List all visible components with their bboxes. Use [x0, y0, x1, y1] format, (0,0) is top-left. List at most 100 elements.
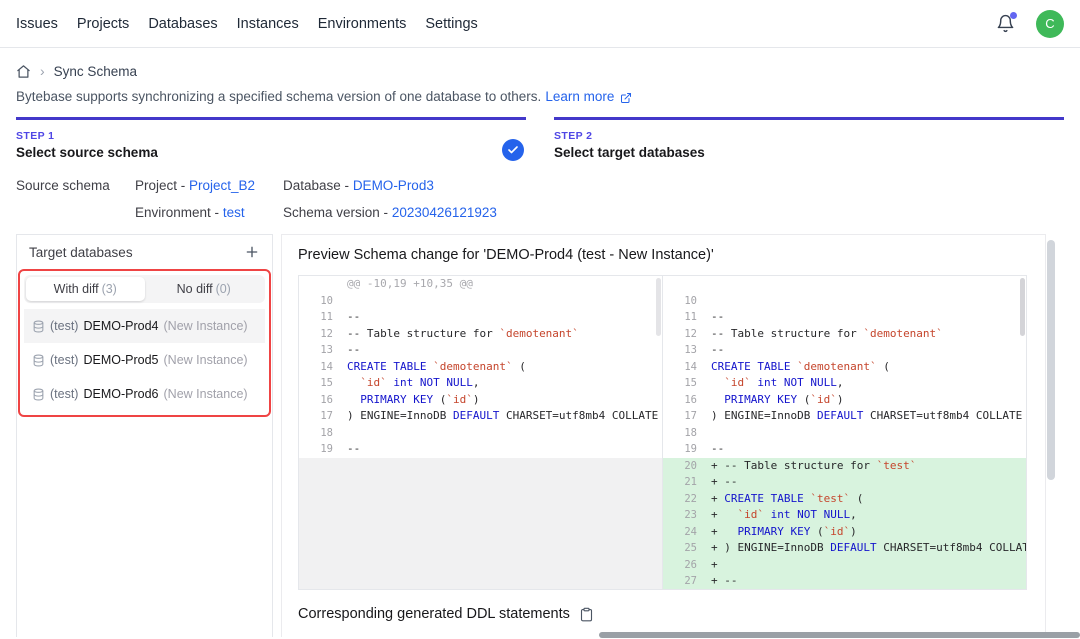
generated-ddl-section: Corresponding generated DDL statements [298, 606, 1027, 622]
line-number [299, 474, 341, 491]
schema-preview-panel: Preview Schema change for 'DEMO-Prod4 (t… [281, 234, 1046, 637]
nav-right: C [996, 10, 1064, 38]
notification-bell-icon[interactable] [996, 14, 1016, 34]
ddl-statements-label: Corresponding generated DDL statements [298, 606, 570, 622]
target-highlight-box: With diff(3) No diff(0) (test) DEMO-Prod… [18, 269, 271, 417]
diff-line: 17) ENGINE=InnoDB DEFAULT CHARSET=utf8mb… [663, 408, 1026, 425]
nav-menu: Issues Projects Databases Instances Envi… [16, 16, 478, 32]
target-db-item-demo-prod5[interactable]: (test) DEMO-Prod5 (New Instance) [24, 343, 265, 377]
step-2-label: Select target databases [554, 145, 1064, 160]
line-number: 22 [663, 491, 705, 508]
diff-line: 14CREATE TABLE `demotenant` ( [663, 359, 1026, 376]
line-number: 17 [299, 408, 341, 425]
line-number [299, 491, 341, 508]
diff-line: 12-- Table structure for `demotenant` [663, 326, 1026, 343]
source-database: Database - DEMO-Prod3 [283, 178, 1064, 193]
line-number: 27 [663, 573, 705, 589]
diff-line: 18 [663, 425, 1026, 442]
target-db-item-demo-prod6[interactable]: (test) DEMO-Prod6 (New Instance) [24, 377, 265, 411]
line-number: 16 [663, 392, 705, 409]
diff-line: 23+ `id` int NOT NULL, [663, 507, 1026, 524]
vertical-scrollbar-thumb[interactable] [1047, 240, 1055, 480]
home-icon[interactable] [16, 64, 31, 79]
step-2-bar [554, 117, 1064, 120]
target-databases-title: Target databases [29, 245, 133, 260]
intro-description: Bytebase supports synchronizing a specif… [16, 89, 541, 104]
target-database-list: (test) DEMO-Prod4 (New Instance) (test) … [24, 309, 265, 411]
diff-line [299, 540, 662, 557]
nav-item-instances[interactable]: Instances [237, 16, 299, 32]
line-number: 24 [663, 524, 705, 541]
diff-line: 20+ -- Table structure for `test` [663, 458, 1026, 475]
diff-line [663, 276, 1026, 293]
database-icon [32, 320, 45, 333]
database-icon [32, 354, 45, 367]
schema-version-link[interactable]: 20230426121923 [392, 205, 497, 220]
diff-line [299, 524, 662, 541]
diff-pane-new: 1011--12-- Table structure for `demotena… [662, 276, 1026, 589]
database-icon [32, 388, 45, 401]
nav-item-issues[interactable]: Issues [16, 16, 58, 32]
main-content: Target databases With diff(3) No diff(0) [0, 234, 1080, 637]
line-number: 21 [663, 474, 705, 491]
step-1: STEP 1 Select source schema [16, 117, 526, 160]
diff-line: 17) ENGINE=InnoDB DEFAULT CHARSET=utf8mb… [299, 408, 662, 425]
diff-line [299, 491, 662, 508]
diff-line: 26+ [663, 557, 1026, 574]
project-link[interactable]: Project_B2 [189, 178, 255, 193]
intro-text: Bytebase supports synchronizing a specif… [0, 79, 1080, 104]
nav-item-settings[interactable]: Settings [425, 16, 477, 32]
user-avatar[interactable]: C [1036, 10, 1064, 38]
line-number [299, 458, 341, 475]
line-number: 20 [663, 458, 705, 475]
new-pane-scrollbar[interactable] [1019, 276, 1026, 589]
breadcrumb: › Sync Schema [0, 48, 1080, 79]
diff-line: 15 `id` int NOT NULL, [299, 375, 662, 392]
tab-with-diff[interactable]: With diff(3) [26, 277, 145, 301]
source-schema-version: Schema version - 20230426121923 [283, 205, 1064, 220]
line-number: 19 [299, 441, 341, 458]
learn-more-link[interactable]: Learn more [545, 89, 614, 104]
nav-item-projects[interactable]: Projects [77, 16, 129, 32]
diff-line: 16 PRIMARY KEY (`id`) [663, 392, 1026, 409]
line-number: 10 [299, 293, 341, 310]
diff-line: 11-- [663, 309, 1026, 326]
line-number: 11 [299, 309, 341, 326]
target-db-item-demo-prod4[interactable]: (test) DEMO-Prod4 (New Instance) [24, 309, 265, 343]
diff-line: 10 [663, 293, 1026, 310]
step-1-bar [16, 117, 526, 120]
line-number: 23 [663, 507, 705, 524]
page-vertical-scrollbar [1047, 238, 1056, 638]
old-pane-scrollbar[interactable] [655, 276, 662, 589]
line-number: 17 [663, 408, 705, 425]
diff-line: 24+ PRIMARY KEY (`id`) [663, 524, 1026, 541]
line-number: 26 [663, 557, 705, 574]
diff-line [299, 573, 662, 589]
diff-line: 27+ -- [663, 573, 1026, 589]
copy-icon[interactable] [579, 607, 594, 622]
horizontal-scrollbar-thumb[interactable] [599, 632, 1080, 638]
nav-item-environments[interactable]: Environments [318, 16, 407, 32]
source-project: Project - Project_B2 [135, 178, 283, 193]
line-number: 13 [299, 342, 341, 359]
source-schema-label: Source schema [16, 178, 135, 193]
line-number: 10 [663, 293, 705, 310]
chevron-right-icon: › [40, 63, 45, 79]
diff-line: 12-- Table structure for `demotenant` [299, 326, 662, 343]
diff-line: 14CREATE TABLE `demotenant` ( [299, 359, 662, 376]
line-number [299, 573, 341, 589]
line-number [299, 540, 341, 557]
add-target-database-button[interactable] [244, 244, 260, 260]
line-number [299, 524, 341, 541]
diff-line [299, 557, 662, 574]
nav-item-databases[interactable]: Databases [148, 16, 217, 32]
line-number: 15 [663, 375, 705, 392]
top-navbar: Issues Projects Databases Instances Envi… [0, 0, 1080, 48]
tab-no-diff[interactable]: No diff(0) [145, 277, 264, 301]
line-number: 19 [663, 441, 705, 458]
environment-link[interactable]: test [223, 205, 245, 220]
line-number: 18 [299, 425, 341, 442]
stepper: STEP 1 Select source schema STEP 2 Selec… [0, 117, 1080, 160]
database-link[interactable]: DEMO-Prod3 [353, 178, 434, 193]
source-schema-summary: Source schema Project - Project_B2 Datab… [0, 178, 1080, 220]
